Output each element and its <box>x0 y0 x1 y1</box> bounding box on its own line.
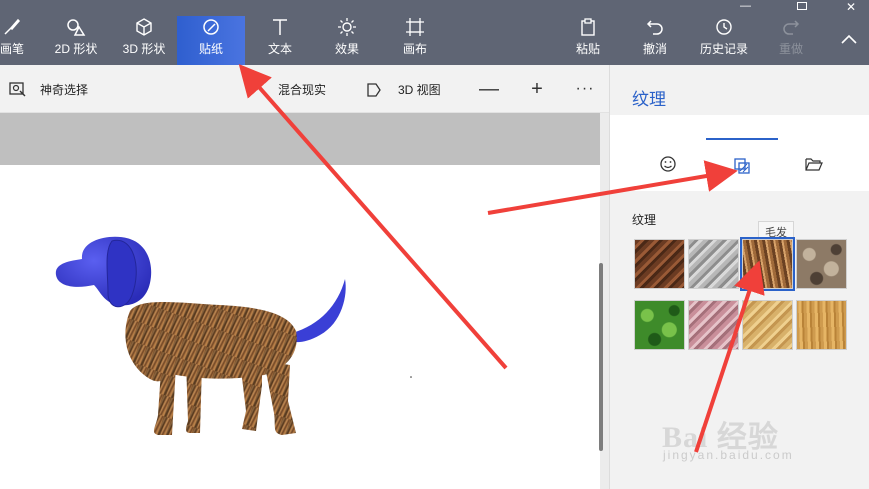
tool-label: 文本 <box>267 42 292 56</box>
tool-text[interactable]: 文本 <box>262 16 298 65</box>
tool-label: 重做 <box>778 42 803 56</box>
canvas-margin <box>0 113 600 165</box>
sticker-icon <box>201 16 221 38</box>
tool-label: 粘贴 <box>575 42 600 56</box>
tool-undo[interactable]: 撤消 <box>637 16 673 65</box>
texture-icon <box>734 158 750 174</box>
cube-icon <box>134 16 154 38</box>
mixed-reality-button[interactable]: 混合现实 <box>278 81 326 98</box>
workspace <box>0 113 609 489</box>
zoom-out-button[interactable]: — <box>477 77 501 101</box>
watermark-url: jingyan.baidu.com <box>663 448 794 462</box>
magic-select-label: 神奇选择 <box>40 83 89 97</box>
zoom-in-button[interactable]: + <box>525 77 549 101</box>
secondary-toolbar: 神奇选择 混合现实 3D 视图 — + ··· <box>0 65 609 113</box>
sun-icon <box>337 16 357 38</box>
3d-view-icon <box>367 82 381 97</box>
close-icon[interactable]: ✕ <box>846 0 856 14</box>
texture-section-label: 纹理 <box>632 213 657 227</box>
texture-swatch-marble[interactable] <box>688 300 739 350</box>
canvas-icon <box>405 16 425 38</box>
texture-swatch-fur[interactable] <box>740 237 795 291</box>
tab-custom[interactable] <box>778 137 850 191</box>
tool-2d-shapes[interactable]: 2D 形状 <box>50 16 102 65</box>
minimize-icon[interactable]: — <box>740 0 751 14</box>
vertical-scrollbar[interactable] <box>599 263 603 451</box>
more-options-button[interactable]: ··· <box>573 77 597 101</box>
tool-redo[interactable]: 重做 <box>773 16 809 65</box>
tab-stickers[interactable] <box>632 137 704 191</box>
drawing-canvas[interactable] <box>0 165 600 489</box>
magic-select-button[interactable]: 神奇选择 <box>9 81 88 98</box>
texture-swatch-stone[interactable] <box>688 239 739 289</box>
ribbon-toolbar: — ✕ 画笔 2D 形状 3D 形状 贴纸 文本 效果 画布 粘贴 撤消 历史记… <box>0 0 869 65</box>
tool-label: 3D 形状 <box>122 42 166 56</box>
collapse-ribbon-chevron-up-icon[interactable] <box>840 32 858 46</box>
undo-icon <box>645 16 665 38</box>
tool-label: 效果 <box>334 42 359 56</box>
panel-title: 纹理 <box>632 90 666 109</box>
magic-select-icon <box>9 81 26 96</box>
tool-stickers[interactable]: 贴纸 <box>177 16 245 65</box>
shapes-2d-icon <box>65 16 87 38</box>
tool-brush[interactable]: 画笔 <box>0 16 30 65</box>
clipboard-icon <box>579 16 597 38</box>
tab-textures[interactable] <box>706 138 778 192</box>
panel-tabs <box>610 115 869 191</box>
tool-label: 2D 形状 <box>54 42 98 56</box>
tool-label: 画笔 <box>0 42 24 56</box>
tool-label: 撤消 <box>642 42 667 56</box>
texture-swatch-leaves[interactable] <box>634 300 685 350</box>
tool-history[interactable]: 历史记录 <box>694 16 754 65</box>
maximize-icon[interactable] <box>797 2 807 10</box>
3d-view-label: 3D 视图 <box>398 83 441 97</box>
texture-swatch-sand[interactable] <box>742 300 793 350</box>
redo-icon <box>781 16 801 38</box>
history-icon <box>714 16 734 38</box>
texture-swatch-wood[interactable] <box>796 300 847 350</box>
tool-label: 贴纸 <box>198 42 223 56</box>
texture-swatch-pebbles[interactable] <box>796 239 847 289</box>
3d-view-button[interactable]: 3D 视图 <box>366 81 441 98</box>
folder-open-icon <box>805 158 823 171</box>
dog-3d-model[interactable] <box>0 165 600 489</box>
mixed-reality-label: 混合现实 <box>278 83 327 97</box>
tool-3d-shapes[interactable]: 3D 形状 <box>118 16 170 65</box>
brush-icon <box>2 16 22 38</box>
tool-label: 画布 <box>402 42 427 56</box>
tool-label: 历史记录 <box>699 42 748 56</box>
tool-paste[interactable]: 粘贴 <box>570 16 606 65</box>
text-icon <box>271 16 289 38</box>
smiley-icon <box>660 156 676 172</box>
tool-canvas[interactable]: 画布 <box>397 16 433 65</box>
tool-effects[interactable]: 效果 <box>329 16 365 65</box>
texture-swatch-bark[interactable] <box>634 239 685 289</box>
